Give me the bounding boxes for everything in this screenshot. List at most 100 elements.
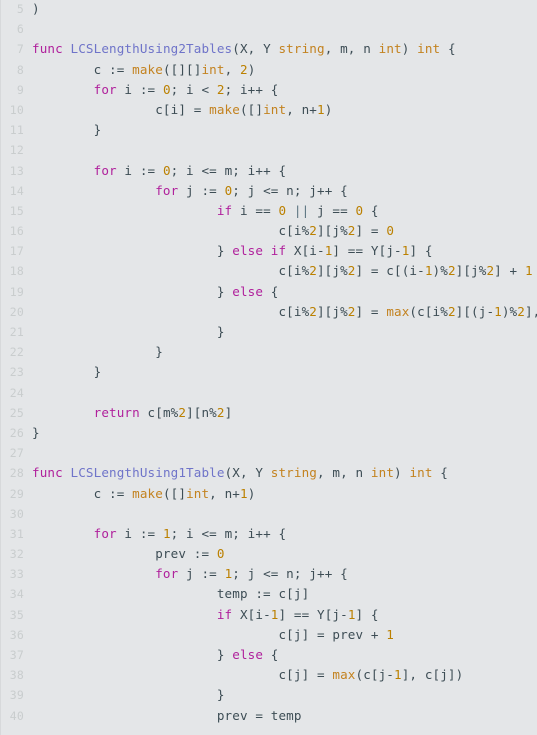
code-line[interactable]: 30 — [1, 504, 537, 524]
line-content[interactable]: c[i%2][j%2] = 0 — [32, 221, 537, 241]
line-content[interactable]: } — [32, 342, 537, 362]
code-token: } — [32, 647, 233, 662]
line-number: 25 — [9, 405, 24, 420]
code-line[interactable]: 31 for i := 1; i <= m; i++ { — [1, 524, 537, 544]
line-content[interactable]: c[j] = prev + 1 — [32, 625, 537, 645]
code-line[interactable]: 34 temp := c[j] — [1, 584, 537, 604]
code-token: c[i% — [32, 223, 310, 239]
code-line[interactable]: 17 } else if X[i-1] == Y[j-1] { — [1, 241, 537, 261]
code-token: j == — [309, 202, 356, 218]
code-token: for — [155, 182, 179, 198]
line-content[interactable]: c[i%2][j%2] = max(c[i%2][(j-1)%2], c[ — [32, 302, 537, 322]
line-number: 14 — [9, 183, 24, 198]
code-line[interactable]: 36 c[j] = prev + 1 — [1, 625, 537, 645]
code-line[interactable]: 37 } else { — [1, 645, 537, 665]
line-content[interactable]: } — [32, 322, 537, 342]
code-line[interactable]: 29 c := make([]int, n+1) — [1, 484, 537, 504]
code-token: c[i% — [32, 263, 310, 279]
code-line[interactable]: 18 c[i%2][j%2] = c[(i-1)%2][j%2] + 1 — [1, 261, 537, 281]
line-content[interactable]: for i := 0; i < 2; i++ { — [32, 80, 537, 100]
code-line[interactable]: 24 — [1, 383, 537, 403]
line-number: 27 — [9, 446, 24, 461]
line-number: 34 — [9, 587, 24, 602]
line-content[interactable]: } — [32, 120, 537, 140]
code-line[interactable]: 5) — [1, 0, 537, 19]
code-line[interactable]: 40 prev = temp — [1, 706, 537, 726]
line-content[interactable]: c[i%2][j%2] = c[(i-1)%2][j%2] + 1 — [32, 261, 537, 281]
code-line[interactable]: 7 func LCSLengthUsing2Tables(X, Y string,… — [1, 39, 537, 59]
code-line[interactable]: 6 — [1, 19, 537, 39]
code-token: 2 — [216, 81, 225, 97]
code-line[interactable]: 26} — [1, 423, 537, 443]
line-content[interactable]: } — [32, 423, 537, 443]
code-line[interactable]: 16 c[i%2][j%2] = 0 — [1, 221, 537, 241]
line-number: 37 — [9, 648, 24, 662]
line-content[interactable]: } else { — [32, 282, 537, 302]
line-content[interactable]: for i := 0; i <= m; i++ { — [32, 161, 537, 181]
code-line[interactable]: 38 c[j] = max(c[j-1], c[j]) — [1, 665, 537, 685]
line-content[interactable]: c := make([][]int, 2) — [32, 60, 537, 80]
code-line[interactable]: 28 func LCSLengthUsing1Table(X, Y string,… — [1, 463, 537, 483]
line-number: 30 — [9, 506, 24, 521]
code-line[interactable]: 39 } — [1, 685, 537, 705]
code-line[interactable]: 10 c[i] = make([]int, n+1) — [1, 100, 537, 120]
code-token: prev = temp — [32, 707, 302, 723]
code-editor-viewport[interactable]: 5) 6 7 func LCSLengthUsing2Tables(X, Y stri… — [0, 0, 537, 735]
line-content[interactable]: } — [32, 362, 537, 382]
line-number: 13 — [9, 163, 24, 178]
line-content[interactable]: } else { — [32, 645, 537, 665]
code-line[interactable]: 9 for i := 0; i < 2; i++ { — [1, 80, 537, 100]
line-content[interactable]: func LCSLengthUsing2Tables(X, Y string, … — [32, 39, 537, 59]
line-content[interactable]: temp := c[j] — [32, 584, 537, 604]
line-number: 19 — [9, 284, 24, 299]
code-line[interactable]: 13 for i := 0; i <= m; i++ { — [1, 161, 537, 181]
code-token: ][j% — [455, 263, 487, 279]
code-token: 2 — [309, 303, 317, 319]
line-content[interactable]: prev := 0 — [32, 544, 537, 564]
code-token: 2 — [309, 223, 317, 239]
line-number: 12 — [9, 143, 24, 158]
code-token: 0 — [162, 81, 171, 97]
code-line[interactable]: 22 } — [1, 342, 537, 362]
code-line[interactable]: 35 if X[i-1] == Y[j-1] { — [1, 605, 537, 625]
line-number: 28 — [9, 466, 24, 481]
code-token: 2 — [347, 263, 356, 279]
code-line[interactable]: 25 return c[m%2][n%2] — [1, 403, 537, 423]
code-line[interactable]: 32 prev := 0 — [1, 544, 537, 564]
line-content[interactable]: for i := 1; i <= m; i++ { — [32, 524, 537, 544]
line-content[interactable]: c := make([]int, n+1) — [32, 484, 537, 504]
code-line[interactable]: 11 } — [1, 120, 537, 140]
code-token: 1 — [317, 101, 325, 117]
code-token: ] == Y[j- — [332, 243, 402, 259]
line-content[interactable]: } else if X[i-1] == Y[j-1] { — [32, 241, 537, 261]
code-line[interactable]: 14 for j := 0; j <= n; j++ { — [1, 181, 537, 201]
code-line[interactable]: 8 c := make([][]int, 2) — [1, 60, 537, 80]
line-content[interactable]: for j := 1; j <= n; j++ { — [32, 564, 537, 584]
code-line[interactable]: 19 } else { — [1, 282, 537, 302]
line-content[interactable]: func LCSLengthUsing1Table(X, Y string, m… — [32, 463, 537, 483]
line-content[interactable]: prev = temp — [32, 706, 537, 726]
line-content[interactable]: ) — [32, 0, 537, 19]
line-number: 11 — [9, 123, 24, 138]
line-content[interactable]: if X[i-1] == Y[j-1] { — [32, 605, 537, 625]
code-line[interactable]: 27 — [1, 443, 537, 463]
line-content[interactable]: if i == 0 || j == 0 { — [32, 201, 537, 221]
code-line[interactable]: 15 if i == 0 || j == 0 { — [1, 201, 537, 221]
code-line[interactable]: 23 } — [1, 362, 537, 382]
line-number: 22 — [9, 345, 24, 360]
code-line[interactable]: 12 — [1, 140, 537, 160]
code-token: temp := c[j] — [32, 586, 310, 602]
code-line[interactable]: 33 for j := 1; j <= n; j++ { — [1, 564, 537, 584]
line-content[interactable]: } — [32, 685, 537, 705]
code-token: 1 — [347, 606, 356, 622]
code-token: int — [417, 41, 441, 57]
line-content[interactable]: c[j] = max(c[j-1], c[j]) — [32, 665, 537, 685]
code-line[interactable]: 20 c[i%2][j%2] = max(c[i%2][(j-1)%2], c[ — [1, 302, 537, 322]
line-content[interactable]: for j := 0; j <= n; j++ { — [32, 181, 537, 201]
code-token: , m, n — [324, 41, 379, 57]
line-content[interactable]: c[i] = make([]int, n+1) — [32, 100, 537, 120]
code-line[interactable]: 21 } — [1, 322, 537, 342]
line-content[interactable]: return c[m%2][n%2] — [32, 403, 537, 423]
code-token: c := — [32, 485, 133, 501]
